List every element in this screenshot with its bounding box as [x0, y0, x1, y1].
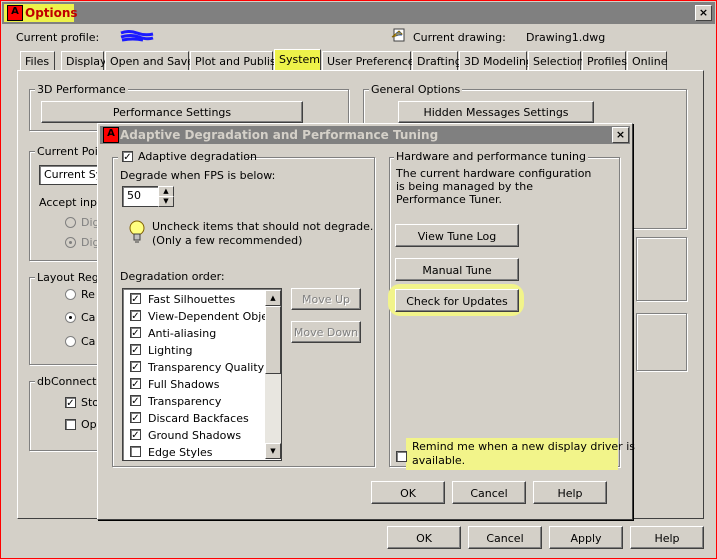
degradation-order-label: Degradation order:	[120, 270, 225, 283]
list-scrollbar[interactable]: ▲ ▼	[265, 290, 281, 459]
move-up-button[interactable]: Move Up	[291, 288, 361, 310]
hardware-status-line-2: is being managed by the	[396, 180, 533, 193]
3d-performance-group-label: 3D Performance	[35, 83, 128, 96]
tab-drafting[interactable]: Drafting	[412, 51, 462, 70]
hardware-tuning-group-label: Hardware and performance tuning	[394, 150, 589, 163]
view-tune-log-button[interactable]: View Tune Log	[395, 224, 519, 247]
adaptive-degradation-label: Adaptive degradation	[138, 150, 257, 163]
list-item-checkbox[interactable]: ✓	[130, 327, 141, 339]
dialog-help-button[interactable]: Help	[533, 481, 607, 504]
dialog-titlebar[interactable]: A Adaptive Degradation and Performance T…	[100, 126, 630, 144]
performance-settings-button[interactable]: Performance Settings	[41, 101, 303, 123]
dbconnect-checkbox-1[interactable]: ✓	[65, 397, 76, 409]
tab-plot-and-publish[interactable]: Plot and Publish	[190, 51, 283, 70]
right-hidden-group-2	[636, 313, 687, 371]
redacted-profile-scribble	[120, 30, 154, 42]
autocad-app-icon: A	[7, 5, 23, 21]
tab-open-and-save[interactable]: Open and Save	[105, 51, 194, 70]
adaptive-degradation-checkbox[interactable]: ✓	[122, 151, 133, 163]
options-titlebar[interactable]: A Options ×	[2, 2, 715, 24]
degradation-order-list[interactable]: ✓ Fast Silhouettes ✓ View-Dependent Object…	[122, 288, 282, 461]
dialog-cancel-button[interactable]: Cancel	[452, 481, 526, 504]
hint-line-2: (Only a few recommended)	[152, 234, 303, 247]
options-apply-button[interactable]: Apply	[549, 526, 623, 549]
accept-input-radio-1[interactable]	[65, 217, 76, 228]
layout-regen-option-3: Ca	[81, 335, 96, 348]
pointing-device-select[interactable]: Current Sys	[39, 165, 101, 185]
fps-label: Degrade when FPS is below:	[120, 169, 276, 182]
dialog-close-icon[interactable]: ×	[612, 127, 629, 143]
scroll-up-icon[interactable]: ▲	[265, 290, 281, 306]
current-drawing-label: Current drawing:	[413, 31, 506, 44]
tab-files[interactable]: Files	[20, 51, 55, 70]
dialog-app-icon: A	[103, 127, 119, 143]
layout-regen-radio-3[interactable]	[65, 336, 76, 347]
tab-profiles[interactable]: Profiles	[582, 51, 627, 70]
list-item-checkbox[interactable]: ✓	[130, 310, 141, 322]
window-title: Options	[25, 6, 78, 20]
tab-3d-modeling[interactable]: 3D Modeling	[459, 51, 533, 70]
right-hidden-group-1	[636, 237, 687, 301]
dialog-ok-button[interactable]: OK	[371, 481, 445, 504]
tab-online[interactable]: Online	[627, 51, 667, 70]
remind-line-1: Remind me when a new display driver is	[412, 440, 635, 453]
hardware-status-line-1: The current hardware configuration	[396, 167, 592, 180]
current-profile-label: Current profile:	[16, 31, 100, 44]
manual-tune-button[interactable]: Manual Tune	[395, 258, 519, 281]
options-cancel-button[interactable]: Cancel	[468, 526, 542, 549]
general-options-group-label: General Options	[369, 83, 463, 96]
move-down-button[interactable]: Move Down	[291, 321, 361, 343]
remind-line-2: available.	[412, 454, 466, 467]
options-help-button[interactable]: Help	[630, 526, 704, 549]
scroll-thumb[interactable]	[265, 306, 281, 374]
fps-input[interactable]: 50	[122, 186, 160, 207]
list-item-checkbox[interactable]	[130, 446, 141, 457]
accept-input-label: Accept inpu	[39, 196, 104, 209]
dbconnect-option-2: Op	[81, 418, 97, 431]
adaptive-degradation-dialog: A Adaptive Degradation and Performance T…	[97, 123, 635, 520]
options-ok-button[interactable]: OK	[387, 526, 461, 549]
tab-display[interactable]: Display	[61, 51, 107, 70]
window-close-icon[interactable]: ×	[695, 5, 712, 21]
tip-lightbulb-icon	[129, 220, 145, 243]
list-item-checkbox[interactable]: ✓	[130, 293, 141, 305]
list-item-checkbox[interactable]: ✓	[130, 395, 141, 407]
layout-regen-radio-2[interactable]	[65, 312, 76, 323]
drawing-file-icon	[391, 28, 405, 42]
list-item-checkbox[interactable]: ✓	[130, 378, 141, 390]
layout-regen-option-2: Ca	[81, 311, 96, 324]
fps-spin-down-icon[interactable]: ▼	[158, 196, 174, 207]
accept-input-radio-2[interactable]	[65, 237, 76, 248]
check-for-updates-button[interactable]: Check for Updates	[395, 289, 519, 312]
remind-driver-checkbox[interactable]	[396, 451, 407, 462]
list-item-checkbox[interactable]: ✓	[130, 429, 141, 441]
list-item-checkbox[interactable]: ✓	[130, 361, 141, 373]
scroll-down-icon[interactable]: ▼	[265, 443, 281, 459]
tab-user-preferences[interactable]: User Preferences	[322, 51, 420, 70]
list-item-checkbox[interactable]: ✓	[130, 412, 141, 424]
hidden-messages-settings-button[interactable]: Hidden Messages Settings	[398, 101, 594, 123]
current-drawing-value: Drawing1.dwg	[526, 31, 606, 44]
layout-regen-option-1: Re	[81, 288, 95, 301]
tab-selection[interactable]: Selection	[528, 51, 584, 70]
hardware-status-line-3: Performance Tuner.	[396, 193, 502, 206]
dbconnect-checkbox-2[interactable]	[65, 419, 76, 430]
list-item-checkbox[interactable]: ✓	[130, 344, 141, 356]
dialog-title: Adaptive Degradation and Performance Tun…	[120, 128, 439, 142]
layout-regen-radio-1[interactable]	[65, 289, 76, 300]
hint-line-1: Uncheck items that should not degrade.	[152, 220, 374, 233]
tab-system[interactable]: System	[274, 49, 321, 71]
